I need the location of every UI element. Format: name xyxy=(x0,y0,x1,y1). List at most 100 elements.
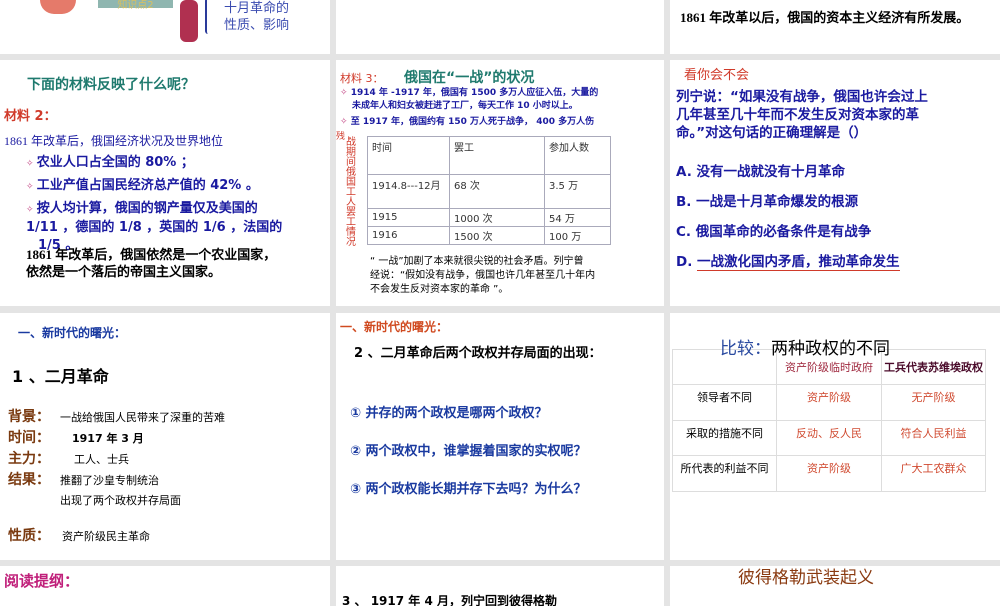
slide-thumbnail-4[interactable]: 下面的材料反映了什么呢？ 材料 2： 1861 年改革后，俄国经济状况及世界地位… xyxy=(0,60,330,306)
table-cell: 无产阶级 xyxy=(881,384,986,421)
bullet-text: 1914 年 -1917 年，俄国有 1500 多万人应征入伍，大量的 xyxy=(350,88,599,98)
table-cell: 1000 次 xyxy=(449,208,545,227)
slide-thumbnail-12[interactable]: 彼得格勒武装起义 xyxy=(670,566,1000,606)
comparison-table: 资产阶级临时政府 工兵代表苏维埃政权 领导者不同 资产阶级 无产阶级 采取的措施不同反… xyxy=(672,349,986,492)
fact-value: 一战给俄国人民带来了深重的苦难 xyxy=(60,411,225,424)
table-cell: 资产阶级 xyxy=(776,455,882,492)
slide-thumbnail-9[interactable]: 资产阶级临时政府 工兵代表苏维埃政权 领导者不同 资产阶级 无产阶级 采取的措施不同反… xyxy=(670,313,1000,560)
fact-value: 工人、士兵 xyxy=(74,453,129,466)
slide-text: 1861 年改革以后，俄国的资本主义经济有所发展。 xyxy=(680,10,970,25)
sub-heading: 1 、二月革命 xyxy=(12,367,109,386)
bullet-continuation: 1/11 ，德国的 1/8 ，英国的 1/6 ，法国的 xyxy=(26,220,283,235)
question-line: 列宁说：“如果没有战争，俄国也许会过上 xyxy=(676,89,928,105)
decorative-seal-icon xyxy=(180,0,198,42)
conclusion-line: 1861 年改革后，俄国依然是一个农业国家， xyxy=(26,247,277,262)
fact-key: 性质： xyxy=(8,528,50,544)
slide-title: 彼得格勒武装起义 xyxy=(738,568,874,588)
bullet-list: ✧ 1914 年 -1917 年，俄国有 1500 多万人应征入伍，大量的 未成… xyxy=(340,88,599,127)
slide-thumbnail-8[interactable]: 一、新时代的曙光： 2 、二月革命后两个政权并存局面的出现： ① 并存的两个政权… xyxy=(336,313,664,560)
fact-key: 时间： xyxy=(8,430,50,446)
fact-key: 背景： xyxy=(8,409,50,425)
slide-title: 俄国在“一战”的状况 xyxy=(404,70,535,86)
option-key: C. xyxy=(676,224,692,240)
topic-line: 十月革命的 xyxy=(224,1,290,16)
section-heading: 一、新时代的曙光： xyxy=(340,320,449,334)
option-key: A. xyxy=(676,164,692,180)
table-cell: 资产阶级 xyxy=(776,384,882,421)
table-cell: 1916 xyxy=(367,226,450,245)
table-side-label: 战期间俄国工人罢工情况 xyxy=(346,137,356,248)
option-text: 一战激化国内矛盾，推动革命发生 xyxy=(697,254,900,271)
option-b[interactable]: B. 一战是十月革命爆发的根源 xyxy=(676,187,900,217)
table-cell: 100 万 xyxy=(544,226,611,245)
slide-title: 阅读提纲： xyxy=(4,572,80,590)
conclusion: 1861 年改革后，俄国依然是一个农业国家， 依然是一个落后的帝国主义国家。 xyxy=(26,246,276,280)
slide-thumbnail-6[interactable]: 看你会不会 列宁说：“如果没有战争，俄国也许会过上 几年甚至几十年而不发生反对资… xyxy=(670,60,1000,306)
question-item: ① 并存的两个政权是哪两个政权？ xyxy=(350,406,548,421)
fact-value: 出现了两个政权并存局面 xyxy=(60,494,181,507)
table-cell: 54 万 xyxy=(544,208,611,227)
option-text: 一战是十月革命爆发的根源 xyxy=(696,194,859,210)
fact-key: 结果： xyxy=(8,472,50,488)
nature-row: 性质： 资产阶级民主革命 xyxy=(8,525,150,545)
question-line: 命。”对这句话的正确理解是（） xyxy=(676,125,868,141)
strike-table: 时间 罢工 参加人数 1914.8---12月 68 次 3.5 万 1915 1000 … xyxy=(367,136,611,245)
question-text: 列宁说：“如果没有战争，俄国也许会过上 几年甚至几十年而不发生反对资本家的革 命… xyxy=(676,88,928,142)
answer-options: A. 没有一战就没有十月革命 B. 一战是十月革命爆发的根源 C. 俄国革命的必… xyxy=(676,157,900,277)
option-text: 俄国革命的必备条件是有战争 xyxy=(695,224,872,240)
fact-row: 背景： 一战给俄国人民带来了深重的苦难 xyxy=(8,407,225,428)
question-list: ① 并存的两个政权是哪两个政权？ ② 两个政权中，谁掌握着国家的实权呢？ ③ 两… xyxy=(350,395,587,509)
option-text: 没有一战就没有十月革命 xyxy=(696,164,846,180)
decorative-ornament-icon xyxy=(40,0,76,14)
option-key: D. xyxy=(676,254,693,270)
slide-title: 下面的材料反映了什么呢？ xyxy=(27,77,195,93)
material-label: 材料 2： xyxy=(4,109,57,124)
option-c[interactable]: C. 俄国革命的必备条件是有战争 xyxy=(676,217,900,247)
question-item: ③ 两个政权能长期并存下去吗？为什么？ xyxy=(350,482,587,497)
title-prefix: 比较： xyxy=(720,339,771,359)
bullet-text: 按人均计算，俄国的钢产量仅及美国的 xyxy=(36,201,258,216)
table-cell: 所代表的利益不同 xyxy=(672,455,777,492)
section-heading: 一、新时代的曙光： xyxy=(18,326,127,340)
fact-value: 资产阶级民主革命 xyxy=(62,530,150,543)
option-a[interactable]: A. 没有一战就没有十月革命 xyxy=(676,157,900,187)
knowledge-badge: 知识点2 xyxy=(98,0,173,11)
bullet-item: ✧ 工业产值占国民经济总产值的 42% 。 xyxy=(26,178,259,193)
option-key: B. xyxy=(676,194,692,210)
table-cell: 符合人民利益 xyxy=(881,420,986,456)
slide-thumbnail-11[interactable]: 3 、 1917 年 4 月，列宁回到彼得格勒 xyxy=(336,566,664,606)
slide-thumbnail-1[interactable]: 知识点2 十月革命的 性质、影响 xyxy=(0,0,330,54)
question-item: ② 两个政权中，谁掌握着国家的实权呢？ xyxy=(350,444,587,459)
conclusion-line: 依然是一个落后的帝国主义国家。 xyxy=(26,264,222,279)
question-line: 几年甚至几十年而不发生反对资本家的革 xyxy=(676,107,919,123)
material-subtitle: 1861 年改革后，俄国经济状况及世界地位 xyxy=(4,134,224,148)
bullet-text: 至 1917 年，俄国约有 150 万人死于战争， 400 多万人伤 xyxy=(350,117,595,127)
table-header: 时间 xyxy=(367,136,450,175)
table-header: 罢工 xyxy=(449,136,545,175)
fact-value: 推翻了沙皇专制统治 xyxy=(60,474,159,487)
fact-list: 背景： 一战给俄国人民带来了深重的苦难 时间： 1917 年 3 月 主力： 工人、士… xyxy=(8,407,225,511)
bullet-text: 未成年人和妇女被赶进了工厂，每天工作 10 小时以上。 xyxy=(352,101,578,111)
title-text: 两种政权的不同 xyxy=(771,339,890,359)
table-cell: 1914.8---12月 xyxy=(367,174,450,209)
bullet-list: ✧ 农业人口占全国的 80% ； ✧ 工业产值占国民经济总产值的 42% 。 ✧… xyxy=(26,152,259,221)
slide-thumbnail-3[interactable]: 1861 年改革以后，俄国的资本主义经济有所发展。 xyxy=(670,0,1000,54)
slide-thumbnail-2[interactable] xyxy=(336,0,664,54)
slide-thumbnail-7[interactable]: 一、新时代的曙光： 1 、二月革命 背景： 一战给俄国人民带来了深重的苦难 时间：… xyxy=(0,313,330,560)
slide-thumbnail-10[interactable]: 阅读提纲： xyxy=(0,566,330,606)
fact-value: 1917 年 3 月 xyxy=(72,432,144,445)
table-cell: 广大工农群众 xyxy=(881,455,986,492)
option-d[interactable]: D. 一战激化国内矛盾，推动革命发生 xyxy=(676,247,900,277)
fact-row: 主力： 工人、士兵 xyxy=(8,449,225,470)
quote-line: “ 一战”加剧了本来就很尖锐的社会矛盾。列宁曾 xyxy=(370,256,584,267)
lenin-quote: “ 一战”加剧了本来就很尖锐的社会矛盾。列宁曾 经说：“假如没有战争，俄国也许几… xyxy=(370,255,595,297)
topic-text: 十月革命的 性质、影响 xyxy=(224,0,289,34)
slide-thumbnail-5[interactable]: 材料 3： 俄国在“一战”的状况 ✧ 1914 年 -1917 年，俄国有 15… xyxy=(336,60,664,306)
quote-line: 不会发生反对资本家的革命 ”。 xyxy=(370,284,509,295)
table-cell: 3.5 万 xyxy=(544,174,611,209)
slide-title: 比较：两种政权的不同 xyxy=(720,334,890,359)
bullet-text: 工业产值占国民经济总产值的 42% 。 xyxy=(36,178,259,193)
bullet-item: ✧ 农业人口占全国的 80% ； xyxy=(26,155,194,170)
table-header: 工兵代表苏维埃政权 xyxy=(881,349,986,385)
table-cell: 领导者不同 xyxy=(672,384,777,421)
